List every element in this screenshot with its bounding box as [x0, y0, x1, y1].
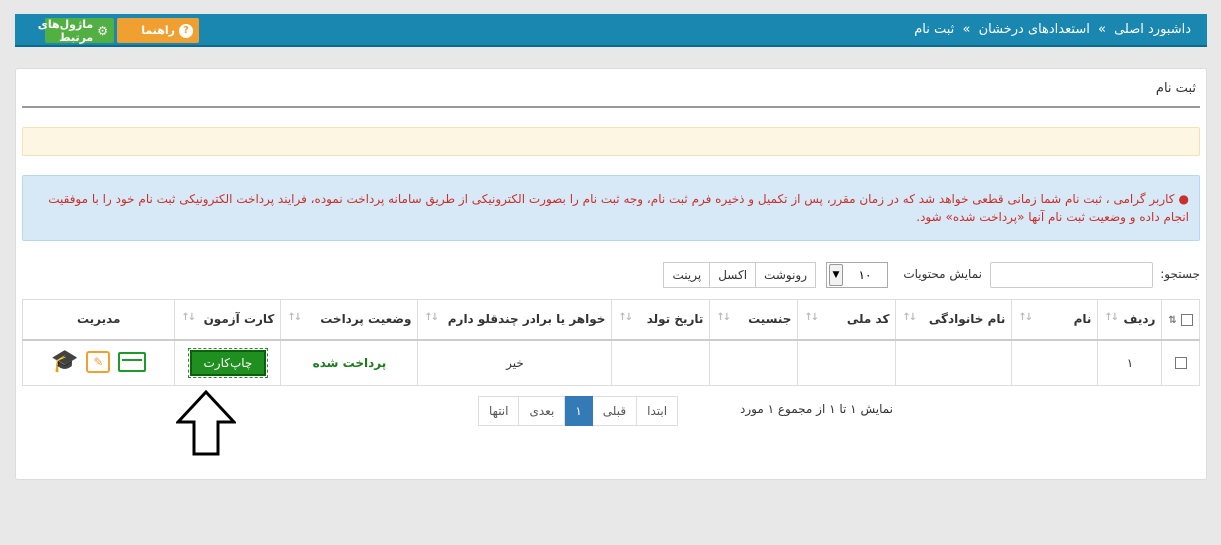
modules-label: ماژول‌های مرتبط	[37, 17, 94, 44]
info-alert: ●کاربر گرامی ، ثبت نام شما زمانی قطعی خو…	[22, 175, 1200, 241]
related-modules-button[interactable]: ⚙ ماژول‌های مرتبط	[38, 18, 114, 44]
pager-next[interactable]: بعدی	[518, 396, 566, 426]
sort-icon: ↓↑	[287, 312, 302, 324]
breadcrumb-home[interactable]: داشبورد اصلی	[1114, 22, 1191, 37]
breadcrumb-current: ثبت نام	[914, 22, 955, 37]
col-last-name[interactable]: نام خانوادگی ↓↑	[895, 299, 1013, 341]
pager-last[interactable]: انتها	[478, 396, 520, 426]
cell-birth-date	[611, 339, 711, 386]
row-checkbox[interactable]	[1174, 357, 1187, 370]
breadcrumb-separator: »	[962, 22, 971, 37]
col-payment-status[interactable]: وضعیت پرداخت ↓↑	[280, 299, 419, 341]
sort-icon: ↓↑	[618, 312, 633, 324]
row-select-cell	[1161, 339, 1200, 386]
up-arrow-icon	[176, 390, 236, 456]
top-bar: داشبورد اصلی » استعدادهای درخشان » ثبت ن…	[15, 14, 1207, 47]
print-card-button[interactable]: چاپ‌کارت	[187, 347, 269, 378]
select-all-header: ⇅	[1161, 299, 1200, 341]
breadcrumb-separator: »	[1097, 22, 1106, 37]
pager-info: نمایش ۱ تا ۱ از مجموع ۱ مورد	[740, 402, 894, 416]
search-input[interactable]	[990, 262, 1153, 288]
sort-icon: ↓↑	[804, 312, 819, 324]
cell-index: ۱	[1097, 339, 1163, 386]
export-buttons: رونوشت اکسل پرینت	[663, 262, 816, 288]
cell-twin: خیر	[417, 339, 613, 386]
col-index[interactable]: ردیف ↓↑	[1097, 299, 1163, 341]
page-size-select[interactable]: ۱۰ ▼	[826, 262, 888, 288]
search-label: جستجو:	[1160, 267, 1200, 281]
breadcrumb: داشبورد اصلی » استعدادهای درخشان » ثبت ن…	[912, 22, 1193, 37]
select-all-checkbox[interactable]	[1181, 313, 1193, 326]
table-controls: جستجو: نمایش محتویات ۱۰ ▼ رونوشت اکسل پر…	[22, 262, 1200, 290]
cell-payment-status: پرداخت شده	[280, 339, 419, 386]
table-header-row: ⇅ ردیف ↓↑ نام ↓↑ نام خانوادگی ↓↑ کد ملی ↓↑ ج…	[21, 299, 1200, 341]
cell-gender	[709, 339, 799, 386]
registration-table: ⇅ ردیف ↓↑ نام ↓↑ نام خانوادگی ↓↑ کد ملی ↓↑ ج…	[21, 299, 1200, 386]
row-actions: ✎ 🎓	[51, 350, 147, 373]
cell-last-name	[895, 339, 1013, 386]
title-divider	[22, 106, 1200, 108]
help-button[interactable]: ? راهنما	[117, 18, 199, 43]
edit-icon[interactable]: ✎	[86, 350, 111, 373]
col-gender[interactable]: جنسیت ↓↑	[709, 299, 799, 341]
question-icon: ?	[179, 23, 193, 38]
graduation-cap-icon[interactable]: 🎓	[51, 350, 78, 372]
sort-icon: ↓↑	[1104, 312, 1119, 324]
panel-title: ثبت نام	[1155, 81, 1196, 96]
chevron-down-icon: ▼	[829, 264, 843, 286]
pager-first[interactable]: ابتدا	[636, 396, 679, 426]
cell-first-name	[1011, 339, 1099, 386]
pager-prev[interactable]: قبلی	[591, 396, 638, 426]
pager-current[interactable]: ۱	[564, 396, 593, 426]
col-exam-card[interactable]: کارت آزمون ↓↑	[174, 299, 282, 341]
gears-icon: ⚙	[97, 23, 108, 38]
copy-button[interactable]: رونوشت	[755, 262, 816, 288]
payment-status-badge: پرداخت شده	[312, 355, 387, 370]
credit-card-icon[interactable]	[118, 351, 147, 372]
col-first-name[interactable]: نام ↓↑	[1011, 299, 1099, 341]
warning-alert	[22, 127, 1200, 156]
sort-icon: ↓↑	[424, 312, 439, 324]
pagination: ابتدا قبلی ۱ بعدی انتها	[478, 396, 679, 426]
breadcrumb-section[interactable]: استعدادهای درخشان	[979, 22, 1090, 37]
table-row: ۱ خیر پرداخت شده چاپ‌کارت ✎ 🎓	[21, 339, 1200, 386]
cell-national-code	[797, 339, 897, 386]
sort-icon: ↓↑	[181, 312, 196, 324]
bullet-icon: ●	[1178, 192, 1189, 206]
col-twin[interactable]: خواهر یا برادر چندقلو دارم ↓↑	[417, 299, 613, 341]
col-national-code[interactable]: کد ملی ↓↑	[797, 299, 897, 341]
sort-icon: ↓↑	[1018, 312, 1033, 324]
cell-management: ✎ 🎓	[21, 339, 176, 386]
print-button[interactable]: پرینت	[663, 262, 711, 288]
sort-icon: ↓↑	[902, 312, 917, 324]
col-birth-date[interactable]: تاریخ تولد ↓↑	[611, 299, 711, 341]
page-size-label: نمایش محتویات	[903, 267, 982, 281]
help-label: راهنما	[141, 24, 175, 37]
sort-icon: ⇅	[1168, 315, 1177, 327]
sort-icon: ↓↑	[716, 312, 731, 324]
col-management: مدیریت	[21, 299, 176, 341]
cell-exam-card: چاپ‌کارت	[174, 339, 282, 386]
page-size-value: ۱۰	[858, 268, 872, 282]
excel-button[interactable]: اکسل	[709, 262, 757, 288]
info-alert-text: کاربر گرامی ، ثبت نام شما زمانی قطعی خوا…	[48, 192, 1189, 224]
